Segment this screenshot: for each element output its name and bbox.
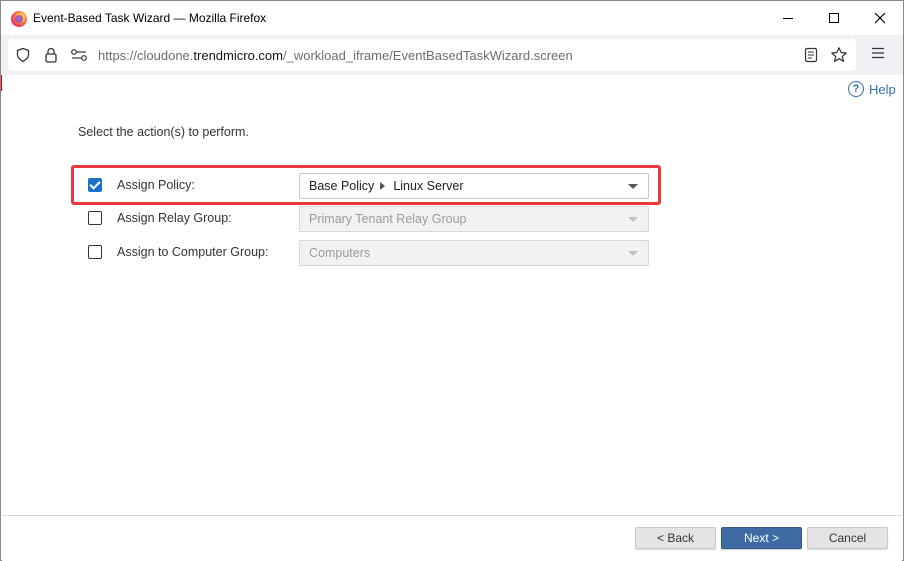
lock-icon[interactable] [43, 46, 59, 64]
maximize-button[interactable] [811, 1, 857, 35]
minimize-button[interactable] [765, 1, 811, 35]
assign-relay-group-checkbox[interactable] [88, 211, 102, 225]
window-title: Event-Based Task Wizard — Mozilla Firefo… [33, 11, 267, 25]
browser-window: Event-Based Task Wizard — Mozilla Firefo… [0, 0, 904, 561]
maximize-icon [829, 13, 839, 23]
url-domain: trendmicro.com [193, 48, 283, 63]
navigation-toolbar: https://cloudone.trendmicro.com/_workloa… [1, 35, 903, 75]
assign-computer-group-checkbox[interactable] [88, 245, 102, 259]
permissions-icon[interactable] [70, 48, 88, 62]
back-button[interactable]: < Back [635, 527, 716, 549]
hamburger-menu-icon[interactable] [871, 47, 885, 59]
wizard-footer: < Back Next > Cancel [2, 515, 902, 561]
computer-group-value: Computers [309, 246, 371, 260]
url-path: /_workload_iframe/EventBasedTaskWizard.s… [282, 48, 573, 63]
relay-group-select: Primary Tenant Relay Group [299, 206, 649, 232]
close-button[interactable] [857, 1, 903, 35]
reader-view-icon[interactable] [804, 47, 818, 63]
help-label: Help [869, 81, 896, 97]
close-icon [874, 12, 886, 24]
chevron-down-icon [628, 217, 638, 222]
instructions-text: Select the action(s) to perform. [78, 125, 249, 139]
relay-group-value: Primary Tenant Relay Group [309, 212, 467, 226]
next-button[interactable]: Next > [721, 527, 802, 549]
title-bar: Event-Based Task Wizard — Mozilla Firefo… [1, 1, 903, 35]
question-circle-icon: ? [848, 81, 864, 97]
computer-group-select: Computers [299, 240, 649, 266]
url-text[interactable]: https://cloudone.trendmicro.com/_workloa… [98, 48, 573, 63]
wizard-content [2, 75, 902, 515]
assign-relay-group-label: Assign Relay Group: [117, 211, 232, 225]
help-link[interactable]: ? Help [848, 81, 896, 97]
highlight-annotation [71, 165, 661, 205]
url-prefix: https://cloudone. [98, 48, 194, 63]
assign-computer-group-label: Assign to Computer Group: [117, 245, 269, 259]
bookmark-star-icon[interactable] [830, 46, 848, 64]
cancel-button[interactable]: Cancel [807, 527, 888, 549]
minimize-icon [783, 17, 793, 19]
shield-icon[interactable] [15, 47, 31, 63]
url-bar[interactable]: https://cloudone.trendmicro.com/_workloa… [8, 39, 856, 71]
chevron-down-icon [628, 251, 638, 256]
firefox-icon [11, 11, 27, 27]
